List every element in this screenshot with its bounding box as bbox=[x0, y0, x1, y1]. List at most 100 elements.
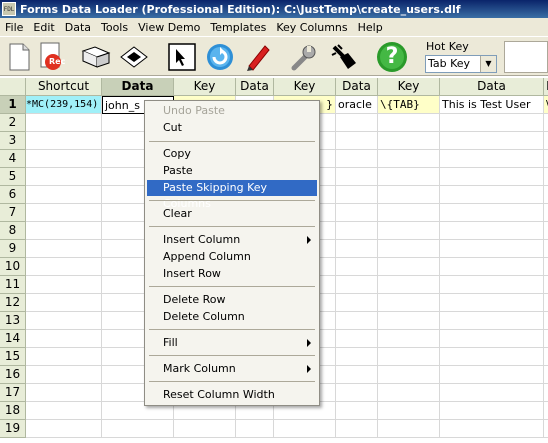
grid-cell[interactable] bbox=[544, 186, 548, 204]
grid-cell[interactable] bbox=[336, 222, 378, 240]
row-header[interactable]: 9 bbox=[0, 240, 26, 258]
row-header[interactable]: 11 bbox=[0, 276, 26, 294]
row-header[interactable]: 1 bbox=[0, 96, 26, 114]
grid-cell[interactable] bbox=[440, 168, 544, 186]
grid-cell[interactable] bbox=[544, 420, 548, 438]
grid-cell[interactable] bbox=[26, 276, 102, 294]
column-header-data-3[interactable]: Data bbox=[336, 78, 378, 96]
grid-cell[interactable] bbox=[378, 312, 440, 330]
grid-cell[interactable] bbox=[440, 276, 544, 294]
cell-data4-row1[interactable]: This is Test User bbox=[440, 96, 544, 114]
menu-delete-column[interactable]: Delete Column bbox=[147, 309, 317, 325]
stamp-icon[interactable] bbox=[328, 41, 360, 73]
grid-cell[interactable] bbox=[378, 222, 440, 240]
grid-cell[interactable] bbox=[544, 402, 548, 420]
grid-cell[interactable] bbox=[26, 222, 102, 240]
grid-cell[interactable] bbox=[336, 384, 378, 402]
row-header[interactable]: 16 bbox=[0, 366, 26, 384]
row-header[interactable]: 2 bbox=[0, 114, 26, 132]
grid-cell[interactable] bbox=[336, 150, 378, 168]
row-header[interactable]: 18 bbox=[0, 402, 26, 420]
grid-cell[interactable] bbox=[26, 114, 102, 132]
grid-cell[interactable] bbox=[378, 240, 440, 258]
grid-cell[interactable] bbox=[336, 240, 378, 258]
grid-cell[interactable] bbox=[544, 240, 548, 258]
grid-cell[interactable] bbox=[336, 186, 378, 204]
grid-cell[interactable] bbox=[26, 294, 102, 312]
column-header-key-4[interactable]: Key bbox=[378, 78, 440, 96]
menu-templates[interactable]: Templates bbox=[205, 21, 271, 34]
row-header[interactable]: 8 bbox=[0, 222, 26, 240]
grid-cell[interactable] bbox=[378, 258, 440, 276]
row-header[interactable]: 5 bbox=[0, 168, 26, 186]
grid-cell[interactable] bbox=[378, 168, 440, 186]
grid-cell[interactable] bbox=[26, 312, 102, 330]
grid-cell[interactable] bbox=[336, 330, 378, 348]
grid-cell[interactable] bbox=[378, 276, 440, 294]
grid-cell[interactable] bbox=[544, 294, 548, 312]
grid-cell[interactable] bbox=[378, 186, 440, 204]
help-button[interactable]: ? bbox=[376, 41, 408, 73]
menu-append-column[interactable]: Append Column bbox=[147, 249, 317, 265]
column-header-key-3[interactable]: Key bbox=[274, 78, 336, 96]
menu-file[interactable]: File bbox=[0, 21, 28, 34]
cell-data3-row1[interactable]: oracle bbox=[336, 96, 378, 114]
grid-cell[interactable] bbox=[544, 168, 548, 186]
grid-cell[interactable] bbox=[274, 420, 336, 438]
grid-cell[interactable] bbox=[440, 150, 544, 168]
grid-cell[interactable] bbox=[440, 294, 544, 312]
grid-cell[interactable] bbox=[336, 402, 378, 420]
cell-key5-row1[interactable]: \ bbox=[544, 96, 548, 114]
grid-cell[interactable] bbox=[378, 114, 440, 132]
grid-cell[interactable] bbox=[174, 420, 236, 438]
grid-cell[interactable] bbox=[440, 384, 544, 402]
menu-undo-paste[interactable]: Undo Paste bbox=[147, 103, 317, 119]
menu-key-columns[interactable]: Key Columns bbox=[271, 21, 352, 34]
grid-cell[interactable] bbox=[378, 330, 440, 348]
grid-cell[interactable] bbox=[440, 204, 544, 222]
grid-cell[interactable] bbox=[336, 312, 378, 330]
cursor-frame-icon[interactable] bbox=[166, 41, 198, 73]
menu-insert-row[interactable]: Insert Row bbox=[147, 266, 317, 282]
grid-cell[interactable] bbox=[544, 312, 548, 330]
grid-cell[interactable] bbox=[26, 168, 102, 186]
grid-cell[interactable] bbox=[544, 348, 548, 366]
grid-cell[interactable] bbox=[336, 114, 378, 132]
grid-cell[interactable] bbox=[440, 222, 544, 240]
grid-cell[interactable] bbox=[378, 366, 440, 384]
grid-cell[interactable] bbox=[336, 366, 378, 384]
grid-cell[interactable] bbox=[26, 348, 102, 366]
hotkey-select[interactable]: Tab Key ▼ bbox=[425, 55, 497, 73]
grid-cell[interactable] bbox=[440, 132, 544, 150]
grid-cell[interactable] bbox=[26, 204, 102, 222]
cell-shortcut-row1[interactable]: *MC(239,154) bbox=[26, 96, 102, 114]
new-file-icon[interactable] bbox=[3, 41, 35, 73]
grid-cell[interactable] bbox=[440, 420, 544, 438]
grid-cell[interactable] bbox=[544, 150, 548, 168]
grid-cell[interactable] bbox=[378, 348, 440, 366]
menu-delete-row[interactable]: Delete Row bbox=[147, 292, 317, 308]
grid-cell[interactable] bbox=[378, 294, 440, 312]
row-header[interactable]: 12 bbox=[0, 294, 26, 312]
grid-cell[interactable] bbox=[378, 132, 440, 150]
grid-cell[interactable] bbox=[236, 420, 274, 438]
grid-cell[interactable] bbox=[26, 384, 102, 402]
menu-cut[interactable]: Cut bbox=[147, 120, 317, 136]
grid-cell[interactable] bbox=[26, 132, 102, 150]
grid-cell[interactable] bbox=[336, 168, 378, 186]
grid-cell[interactable] bbox=[440, 258, 544, 276]
menu-edit[interactable]: Edit bbox=[28, 21, 59, 34]
column-header-shortcut[interactable]: Shortcut bbox=[26, 78, 102, 96]
row-header[interactable]: 19 bbox=[0, 420, 26, 438]
grid-cell[interactable] bbox=[440, 240, 544, 258]
row-header[interactable]: 3 bbox=[0, 132, 26, 150]
grid-cell[interactable] bbox=[544, 222, 548, 240]
grid-cell[interactable] bbox=[544, 384, 548, 402]
grid-cell[interactable] bbox=[440, 186, 544, 204]
menu-mark-column[interactable]: Mark Column bbox=[147, 361, 317, 377]
row-header[interactable]: 15 bbox=[0, 348, 26, 366]
column-header-key-5[interactable]: Ke bbox=[544, 78, 548, 96]
grid-cell[interactable] bbox=[544, 330, 548, 348]
grid-cell[interactable] bbox=[26, 258, 102, 276]
menu-insert-column[interactable]: Insert Column bbox=[147, 232, 317, 248]
